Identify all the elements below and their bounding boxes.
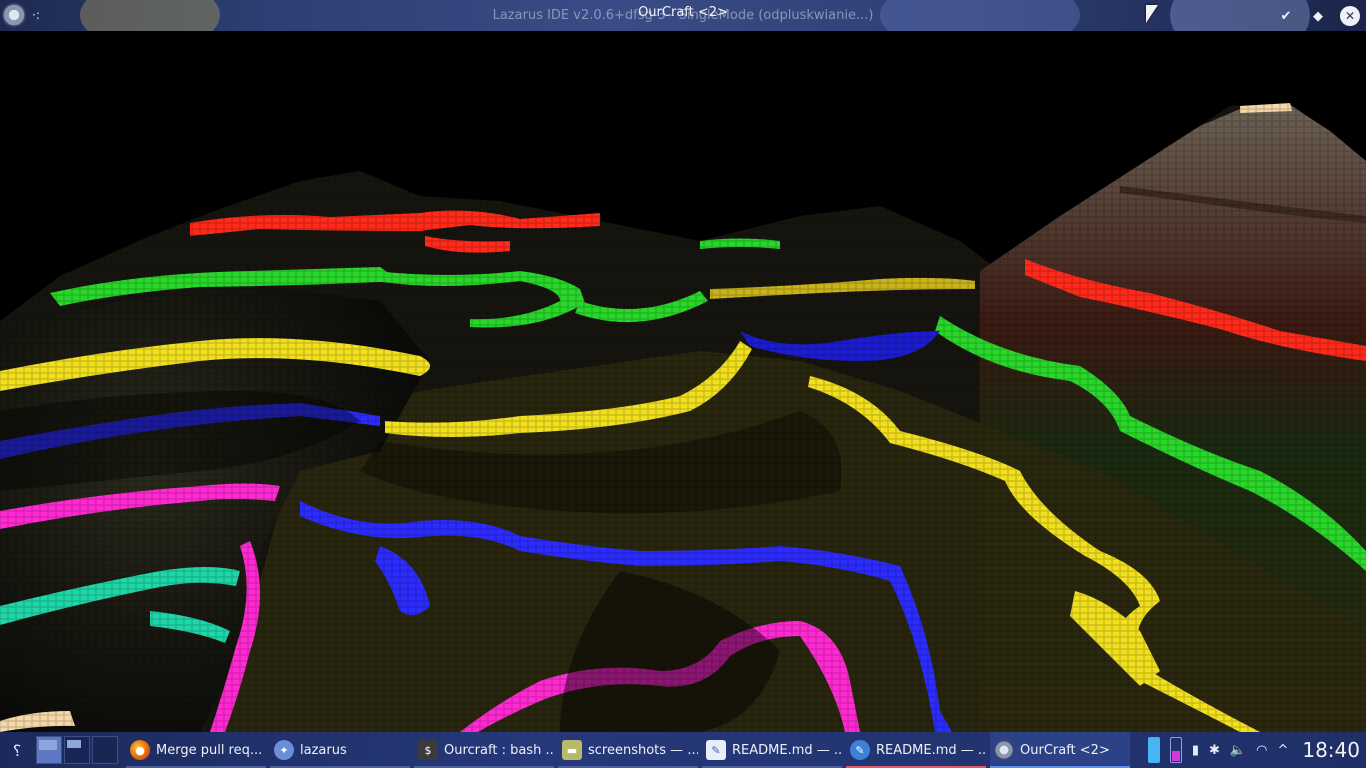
lazarus-icon: ✦ [274, 740, 294, 760]
cpu-monitor-icon[interactable] [1147, 737, 1160, 763]
task-label: README.md — ... [876, 742, 986, 758]
task-list: ● Merge pull req... ✦ lazarus $ Ourcraft… [126, 732, 1134, 768]
system-tray: ▮ ✱ 🔈 ◠ ^ 18:40 [1147, 737, 1366, 763]
task-ourcraft[interactable]: OurCraft <2> [990, 732, 1130, 768]
volume-icon[interactable]: 🔈 [1230, 743, 1246, 758]
task-label: README.md — ... [732, 742, 842, 758]
task-file-manager[interactable]: ▬ screenshots — ... [558, 732, 698, 768]
desktop-2[interactable] [64, 736, 90, 764]
task-label: Ourcraft : bash ... [444, 742, 554, 758]
window-title: OurCraft <2> [638, 5, 728, 20]
ourcraft-icon [994, 740, 1014, 760]
expand-tray-icon[interactable]: ^ [1277, 743, 1288, 758]
close-button[interactable]: ✕ [1340, 6, 1360, 26]
task-label: lazarus [300, 742, 347, 758]
maximize-button[interactable]: ◆ [1308, 6, 1328, 26]
wifi-icon[interactable]: ◠ [1256, 743, 1267, 758]
terrain-render [0, 31, 1366, 732]
virtual-desktop-pager [36, 736, 118, 764]
firefox-icon: ● [130, 740, 150, 760]
kate-icon: ✎ [850, 740, 870, 760]
window-titlebar[interactable]: ·: Lazarus IDE v2.0.6+dfsg-3 - SingleMod… [0, 0, 1366, 31]
folder-icon: ▬ [562, 740, 582, 760]
desktop-3[interactable] [92, 736, 118, 764]
desktop-1[interactable] [36, 736, 62, 764]
document-icon: ✎ [706, 740, 726, 760]
bluetooth-icon[interactable]: ✱ [1209, 743, 1220, 758]
task-label: screenshots — ... [588, 742, 698, 758]
clock[interactable]: 18:40 [1302, 738, 1360, 762]
task-label: OurCraft <2> [1020, 742, 1110, 758]
task-readme-2[interactable]: ✎ README.md — ... [846, 732, 986, 768]
taskbar: ⸮ ● Merge pull req... ✦ lazarus $ Ourcra… [0, 732, 1366, 768]
game-viewport[interactable] [0, 31, 1366, 732]
application-launcher-icon[interactable]: ⸮ [0, 732, 34, 768]
task-label: Merge pull req... [156, 742, 263, 758]
task-readme-1[interactable]: ✎ README.md — ... [702, 732, 842, 768]
mouse-pointer-icon [1146, 5, 1158, 23]
keep-below-button[interactable]: ✔ [1276, 6, 1296, 26]
battery-icon[interactable]: ▮ [1192, 743, 1199, 758]
task-firefox[interactable]: ● Merge pull req... [126, 732, 266, 768]
task-terminal[interactable]: $ Ourcraft : bash ... [414, 732, 554, 768]
window-controls: ✔ ◆ ✕ [1276, 6, 1360, 26]
task-lazarus[interactable]: ✦ lazarus [270, 732, 410, 768]
terminal-icon: $ [418, 740, 438, 760]
memory-monitor-icon[interactable] [1169, 737, 1182, 763]
